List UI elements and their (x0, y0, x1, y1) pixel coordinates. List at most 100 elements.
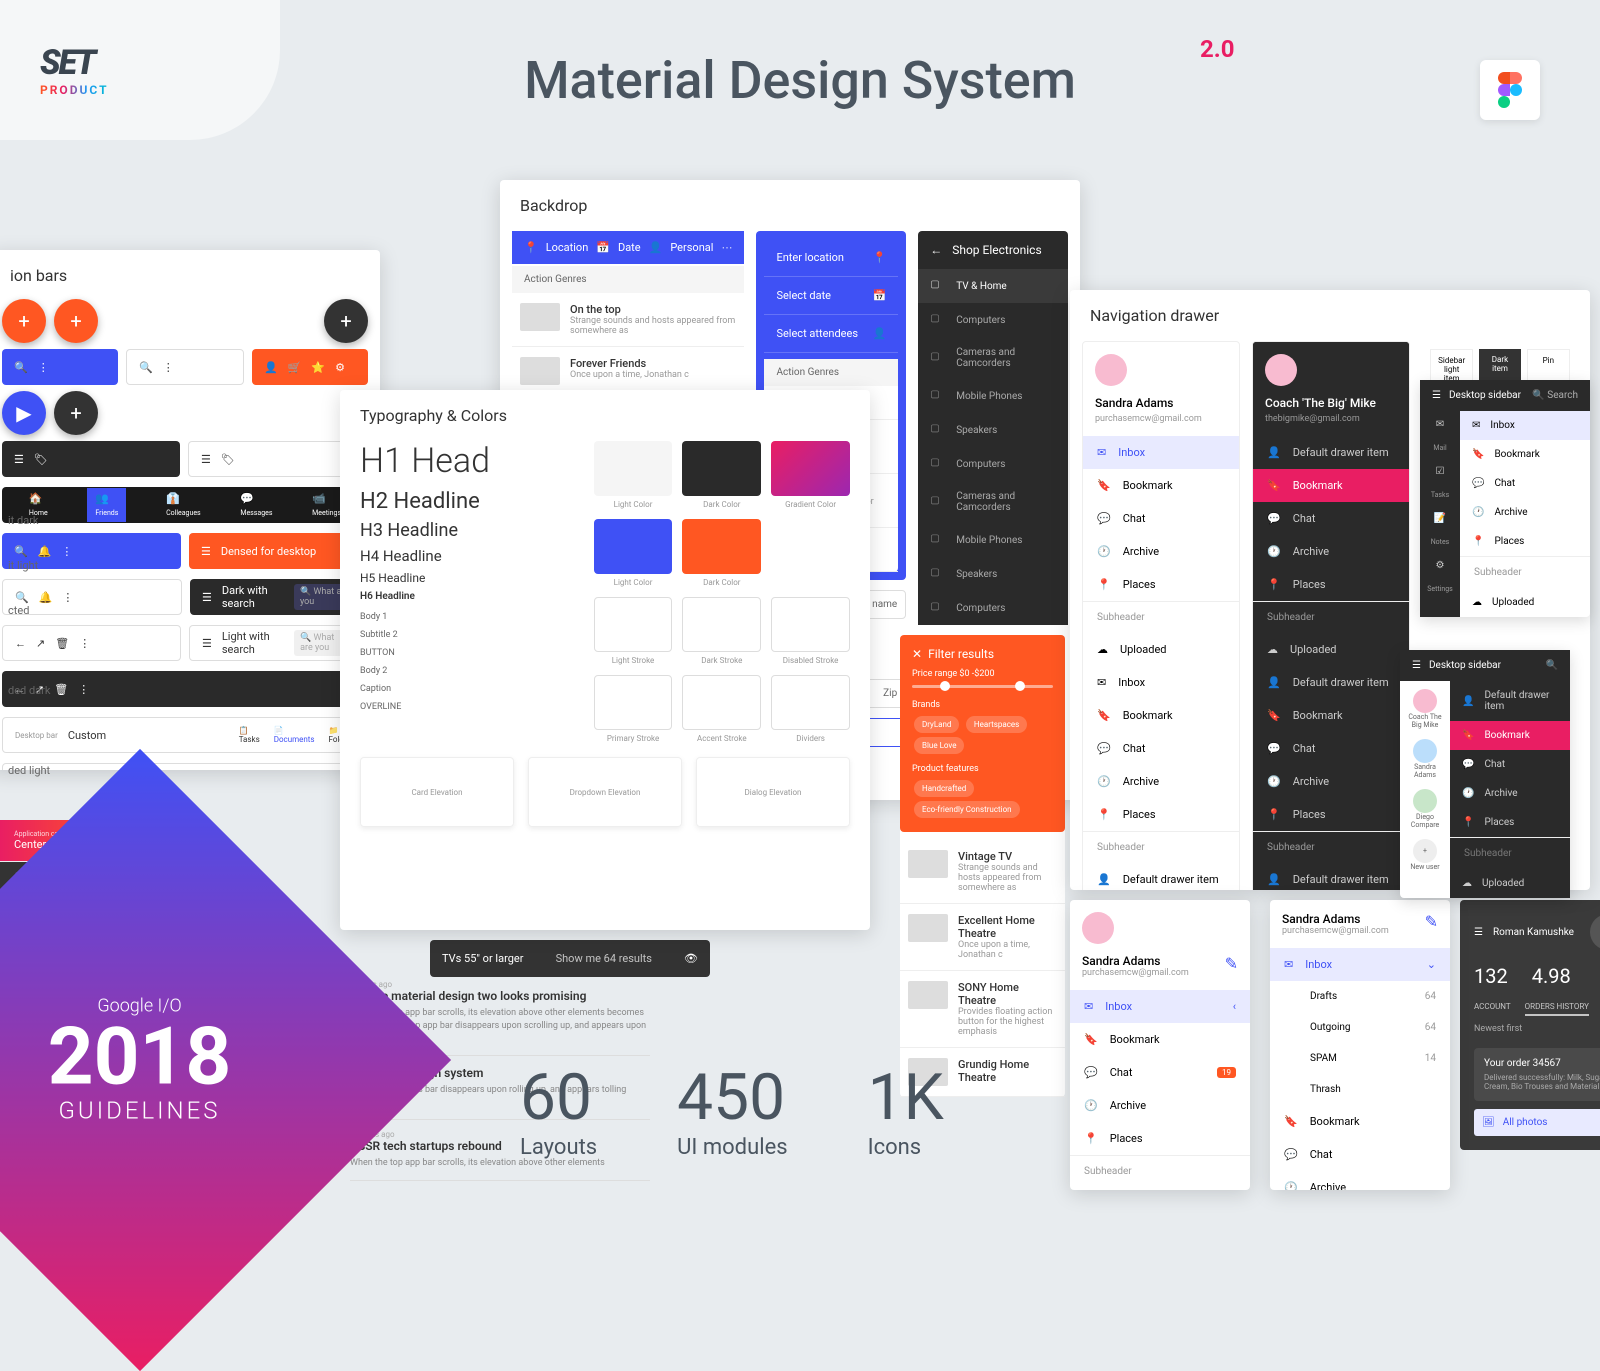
shop-item[interactable]: ▢Cameras and Camcorders (918, 337, 1068, 379)
shop-item[interactable]: ▢Computers (918, 447, 1068, 481)
shop-item[interactable]: ▢Computers (918, 591, 1068, 625)
shop-item[interactable]: ▢Speakers (918, 557, 1068, 591)
tasks-icon[interactable]: ☑ (1436, 466, 1445, 477)
drawer-item[interactable]: 🔖Bookmark (1083, 469, 1239, 502)
shop-item[interactable]: ▢Mobile Phones (918, 523, 1068, 557)
drawer-item[interactable]: 📍Places (1083, 798, 1239, 831)
genre-select[interactable]: Action Genres (512, 266, 744, 293)
list-item[interactable]: Excellent Home TheatreOnce upon a time, … (900, 904, 1065, 971)
drawer-item[interactable]: 👤Default drawer item (1253, 666, 1409, 699)
drawer-item[interactable]: ☁Uploaded (1070, 1187, 1250, 1190)
drawer-item[interactable]: 📍Places (1460, 527, 1590, 556)
swatch-primary[interactable] (594, 519, 673, 574)
drawer-item[interactable]: 🕐Archive (1450, 779, 1570, 808)
drawer-item[interactable]: 📍Places (1070, 1122, 1250, 1155)
drawer-item[interactable]: 👤Default drawer item (1083, 863, 1239, 890)
drawer-subitem[interactable]: Thrash (1270, 1074, 1450, 1105)
swatch-dark[interactable] (682, 441, 761, 496)
drawer-item[interactable]: 🕐Archive (1270, 1171, 1450, 1190)
drawer-item[interactable]: ✉Inbox⌄ (1270, 948, 1450, 981)
drawer-item[interactable]: 🕐Archive (1460, 498, 1590, 527)
avatar[interactable] (1265, 354, 1297, 386)
settings-icon[interactable]: ⚙ (1436, 560, 1445, 571)
fab-add[interactable]: + (324, 299, 368, 343)
action-bar[interactable]: 🔍⋮ (2, 349, 118, 385)
shop-item[interactable]: ▢Mobile Phones (918, 379, 1068, 413)
swatch-light[interactable] (594, 441, 673, 496)
drawer-item[interactable]: ☁Uploaded (1253, 633, 1409, 666)
drawer-item[interactable]: 🔖Bookmark (1070, 1023, 1250, 1056)
drawer-item[interactable]: 🕐Archive (1070, 1089, 1250, 1122)
drawer-item[interactable]: ✉Inbox (1083, 436, 1239, 469)
drawer-item[interactable]: 🕐Archive (1083, 765, 1239, 798)
shop-header[interactable]: ←Shop Electronics (918, 231, 1068, 269)
drawer-item[interactable]: 📍Places (1083, 568, 1239, 601)
drawer-item[interactable]: 📍Places (1253, 798, 1409, 831)
drawer-item[interactable]: 🔖Bookmark (1083, 699, 1239, 732)
drawer-item[interactable]: 🕐Archive (1083, 535, 1239, 568)
list-item[interactable]: Vintage TVStrange sounds and hosts appea… (900, 840, 1065, 904)
swatch-accent[interactable] (682, 519, 761, 574)
drawer-item[interactable]: 💬Chat (1253, 732, 1409, 765)
drawer-item[interactable]: 💬Chat (1083, 732, 1239, 765)
action-bar[interactable]: ←↗🗑⋮ (2, 625, 181, 661)
drawer-item[interactable]: ✉Inbox (1460, 411, 1590, 440)
filter-chip[interactable]: Blue Love (914, 737, 964, 754)
backdrop-tabs[interactable]: 📍Location📅Date👤Personal⋯ (512, 231, 744, 264)
fab-add[interactable]: + (54, 299, 98, 343)
drawer-item[interactable]: 🕐Archive (1253, 535, 1409, 568)
shop-item[interactable]: ▢Computers (918, 303, 1068, 337)
drawer-item[interactable]: ☁Uploaded (1460, 588, 1590, 617)
list-item[interactable]: Forever FriendsOnce upon a time, Jonatha… (512, 347, 744, 396)
user-avatar[interactable]: Coach The Big Mike (1404, 689, 1446, 729)
notes-icon[interactable]: 📝 (1434, 513, 1446, 524)
drawer-item-active[interactable]: 🔖Bookmark (1253, 469, 1409, 502)
drawer-item[interactable]: ☁Uploaded (1450, 869, 1570, 898)
list-item[interactable]: On the topStrange sounds and hosts appea… (512, 293, 744, 347)
drawer-item[interactable]: 👤Default drawer item (1450, 681, 1570, 721)
attendees-field[interactable]: Select attendees👤 (764, 315, 898, 353)
shop-item[interactable]: ▢Speakers (918, 413, 1068, 447)
desktop-bar[interactable]: Desktop barCustom📋Tasks📄Documents📁Folder… (2, 717, 368, 753)
drawer-subitem[interactable]: SPAM14 (1270, 1043, 1450, 1074)
drawer-item[interactable]: 💬Chat19 (1070, 1056, 1250, 1089)
drawer-item[interactable]: ☁Uploaded (1083, 633, 1239, 666)
shop-item[interactable]: ▢Cameras and Camcorders (918, 481, 1068, 523)
filter-chip[interactable]: DryLand (914, 716, 959, 733)
mail-icon[interactable]: ✉ (1436, 419, 1444, 430)
drawer-item[interactable]: 👤Default drawer item (1253, 863, 1409, 890)
user-avatar[interactable]: Sandra Adams (1404, 739, 1446, 779)
date-field[interactable]: Select date📅 (764, 277, 898, 315)
drawer-item[interactable]: 📍Places (1450, 808, 1570, 837)
swatch-stroke[interactable] (771, 597, 850, 652)
avatar[interactable] (1590, 914, 1600, 950)
drawer-subitem[interactable]: Drafts64 (1270, 981, 1450, 1012)
drawer-item[interactable]: 🔖Bookmark (1270, 1105, 1450, 1138)
drawer-item[interactable]: 💬Chat (1270, 1138, 1450, 1171)
avatar[interactable] (1082, 912, 1114, 944)
drawer-item[interactable]: 💬Chat (1083, 502, 1239, 535)
drawer-item[interactable]: 🔖Bookmark (1450, 721, 1570, 750)
drawer-item[interactable]: ✉Inbox‹ (1070, 990, 1250, 1023)
user-avatar[interactable]: Diego Compare (1404, 789, 1446, 829)
drawer-subitem[interactable]: Outgoing64 (1270, 1012, 1450, 1043)
fab-add[interactable]: + (2, 299, 46, 343)
drawer-item[interactable]: 👤Default drawer item (1253, 436, 1409, 469)
user-avatar[interactable]: +New user (1404, 839, 1446, 871)
filter-chip[interactable]: Handcrafted (914, 780, 974, 797)
fab-play[interactable]: ▶ (2, 391, 46, 435)
fab-add[interactable]: + (54, 391, 98, 435)
drawer-item[interactable]: 💬Chat (1450, 750, 1570, 779)
action-bar[interactable]: 👤🛒⭐⚙ (252, 349, 368, 385)
edit-icon[interactable]: ✎ (1425, 912, 1438, 936)
swatch-stroke[interactable] (682, 597, 761, 652)
list-item[interactable]: SONY Home TheatreProvides floating actio… (900, 971, 1065, 1048)
drawer-item[interactable]: 🔖Bookmark (1253, 699, 1409, 732)
drawer-item[interactable]: 📍Places (1253, 568, 1409, 601)
filter-chip[interactable]: Heartspaces (966, 716, 1027, 733)
photos-button[interactable]: 🖼All photos (1474, 1109, 1600, 1136)
shop-item[interactable]: ▢TV & Home (918, 269, 1068, 303)
edit-icon[interactable]: ✎ (1225, 954, 1238, 978)
action-bar[interactable]: 🔍⋮ (126, 349, 244, 385)
drawer-item[interactable]: 💬Chat (1460, 469, 1590, 498)
